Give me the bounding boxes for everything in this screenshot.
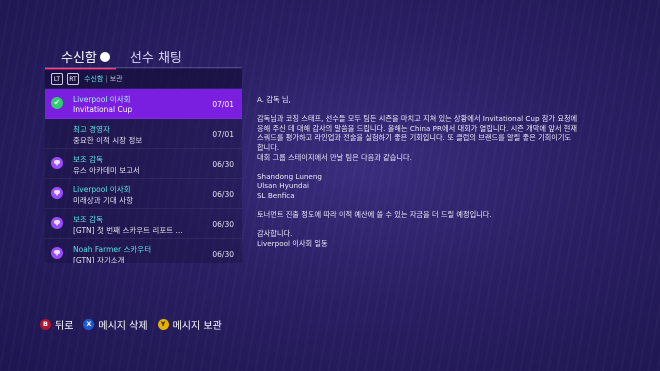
chat-icon: [51, 157, 63, 169]
back-button[interactable]: B 뒤로: [40, 317, 73, 332]
archive-message-label: 메시지 보관: [172, 321, 222, 332]
message-subject: 미래상과 기대 사항: [73, 196, 133, 205]
filter-inbox[interactable]: 수신함: [84, 74, 103, 84]
message-sender: Noah Farmer 스카우터: [73, 245, 152, 254]
filter-archive[interactable]: 보관: [110, 74, 123, 84]
message-subject: 중요한 이적 시장 정보: [73, 136, 143, 145]
message-item[interactable]: 보조 감독 유스 아카데미 보고서 06/30: [45, 149, 242, 179]
message-body: A. 감독 님, 감독님과 코칭 스태프, 선수들 모두 팀든 시즌을 마치고 …: [257, 95, 597, 249]
x-button-icon: X: [83, 319, 95, 330]
back-label: 뒤로: [55, 321, 74, 332]
rt-button-icon[interactable]: RT: [67, 72, 79, 85]
message-item[interactable]: 최고 경영자 중요한 이적 시장 정보 07/01: [45, 119, 242, 149]
tab-divider: [45, 67, 242, 68]
chat-icon: [51, 247, 63, 259]
check-icon: ✔: [51, 97, 63, 109]
message-date: 06/30: [212, 250, 234, 259]
message-date: 06/30: [212, 220, 234, 229]
tab-player-chat-label: 선수 채팅: [129, 51, 182, 66]
message-subject: [GTN] 자기소개: [73, 256, 125, 263]
filter-separator: |: [105, 74, 108, 83]
message-subject: [GTN] 첫 번째 스카우트 리포트 ...: [73, 226, 183, 235]
delete-message-label: 메시지 삭제: [98, 321, 148, 332]
lt-button-icon[interactable]: LT: [51, 72, 63, 85]
message-item[interactable]: Noah Farmer 스카우터 [GTN] 자기소개 06/30: [45, 239, 242, 263]
archive-message-button[interactable]: Y 메시지 보관: [157, 317, 222, 332]
tab-inbox-label: 수신함: [61, 51, 97, 66]
message-closing: 감사합니다. Liverpool 이사회 일동: [257, 229, 328, 248]
message-paragraph: 감독님과 코칭 스태프, 선수들 모두 팀든 시즌을 마치고 지쳐 있는 상황에…: [257, 114, 578, 162]
message-greeting: A. 감독 님,: [257, 95, 291, 104]
message-sender: 최고 경영자: [73, 125, 110, 134]
delete-message-button[interactable]: X 메시지 삭제: [83, 317, 148, 332]
message-date: 06/30: [212, 190, 234, 199]
message-date: 06/30: [212, 160, 234, 169]
message-team-list: Shandong Luneng Ulsan Hyundai SL Benfica: [257, 171, 322, 200]
y-button-icon: Y: [157, 319, 169, 330]
message-item[interactable]: Liverpool 이사회 미래상과 기대 사항 06/30: [45, 179, 242, 209]
b-button-icon: B: [40, 319, 51, 330]
controller-hints: B 뒤로 X 메시지 삭제 Y 메시지 보관: [40, 317, 232, 332]
chat-icon: [51, 217, 63, 229]
message-item[interactable]: 보조 감독 [GTN] 첫 번째 스카우트 리포트 ... 06/30: [45, 209, 242, 239]
message-date: 07/01: [212, 100, 234, 109]
message-sender: Liverpool 이사회: [73, 95, 131, 104]
chat-icon: [51, 187, 63, 199]
message-list[interactable]: ✔ Liverpool 이사회 Invitational Cup 07/01 최…: [45, 89, 242, 263]
filter-bar: LT RT 수신함 | 보관: [45, 69, 242, 88]
message-sender: Liverpool 이사회: [73, 185, 131, 194]
message-sender: 보조 감독: [73, 215, 103, 224]
message-sender: 보조 감독: [73, 155, 103, 164]
message-subject: Invitational Cup: [73, 105, 133, 114]
message-paragraph: 토너먼트 진출 정도에 따라 이적 예산에 쓸 수 있는 자금을 더 드릴 예정…: [257, 210, 492, 220]
message-item[interactable]: ✔ Liverpool 이사회 Invitational Cup 07/01: [45, 89, 242, 119]
message-subject: 유스 아카데미 보고서: [73, 166, 140, 175]
unread-dot-icon: [99, 51, 110, 62]
message-date: 07/01: [212, 130, 234, 139]
